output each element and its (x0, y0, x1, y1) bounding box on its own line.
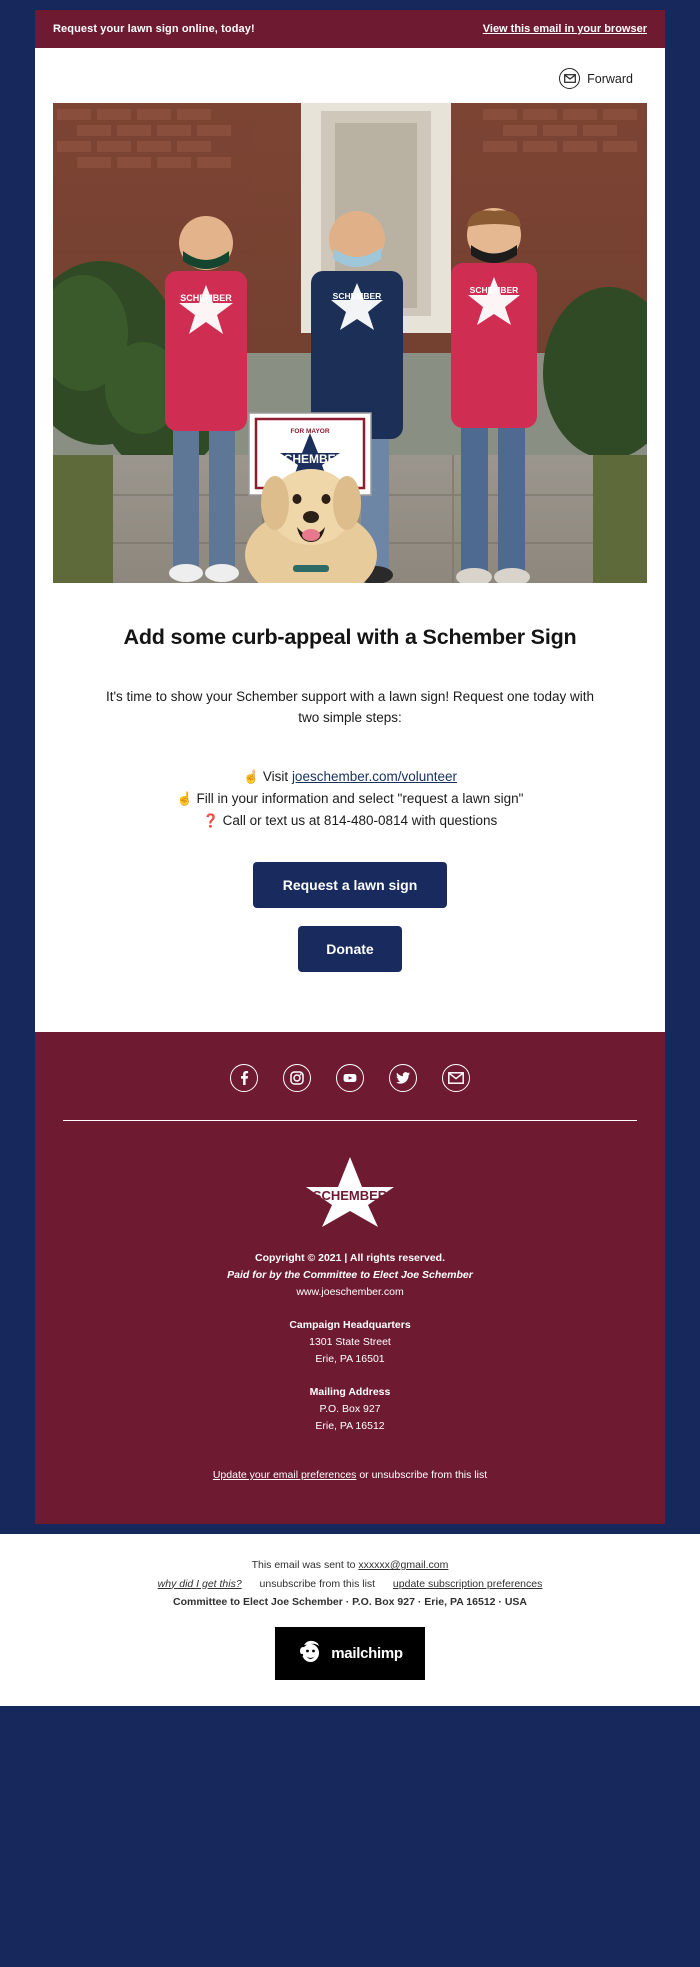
list-item: ☝️ Fill in your information and select "… (63, 788, 637, 810)
email-container: Request your lawn sign online, today! Vi… (35, 0, 665, 1525)
step-text: Visit (262, 769, 292, 785)
twitter-icon[interactable] (389, 1063, 417, 1092)
mailchimp-monkey-icon (297, 1638, 323, 1669)
page-title: Add some curb-appeal with a Schember Sig… (123, 625, 577, 650)
website-text: www.joeschember.com (296, 1286, 404, 1299)
view-in-browser-link[interactable]: View this email in your browser (483, 23, 647, 35)
sent-to-row: This email was sent to xxxxxx@gmail.com (0, 1556, 700, 1574)
pointing-up-hand-icon: ☝️ (242, 769, 260, 785)
forward-row[interactable]: Forward (35, 48, 665, 103)
update-subscription-link[interactable]: update subscription preferences (393, 1578, 542, 1590)
recipient-email[interactable]: xxxxxx@gmail.com (358, 1559, 448, 1571)
list-item: ☝️ Visit joeschember.com/volunteer (63, 766, 637, 788)
update-preferences-link[interactable]: Update your email preferences (213, 1469, 357, 1481)
hq-street: 1301 State Street (309, 1336, 391, 1349)
mailing-street: P.O. Box 927 (319, 1403, 381, 1416)
unsubscribe-link[interactable]: unsubscribe from this list (260, 1578, 376, 1590)
volunteer-link[interactable]: joeschember.com/volunteer (292, 769, 457, 784)
hero-photo-illustration: SCHEMBER SCHEMBER SCHEMBER FOR MAYOR SCH… (53, 103, 647, 583)
preheader-bar: Request your lawn sign online, today! Vi… (35, 10, 665, 48)
hq-title: Campaign Headquarters (289, 1319, 411, 1332)
step-text: Call or text us at 814-480-0814 with que… (222, 812, 498, 828)
why-did-i-get-this-link[interactable]: why did I get this? (158, 1578, 242, 1590)
email-footer: SCHEMBER Copyright © 2021 | All rights r… (35, 1031, 665, 1525)
intro-paragraph: It's time to show your Schember support … (105, 688, 595, 725)
hero-photo: SCHEMBER SCHEMBER SCHEMBER FOR MAYOR SCH… (53, 103, 647, 583)
golden-retriever-dog (245, 469, 377, 583)
request-lawn-sign-button[interactable]: Request a lawn sign (252, 861, 448, 908)
question-mark-icon: ❓ (202, 812, 219, 828)
hq-city: Erie, PA 16501 (315, 1353, 385, 1366)
svg-text:SCHEMBER: SCHEMBER (333, 291, 382, 301)
svg-text:SCHEMBER: SCHEMBER (180, 293, 232, 303)
schember-logo: SCHEMBER (35, 1155, 665, 1250)
donate-button[interactable]: Donate (298, 925, 402, 972)
facebook-icon[interactable] (230, 1063, 258, 1092)
preheader-text: Request your lawn sign online, today! (53, 23, 255, 35)
envelope-circle-icon (559, 68, 581, 89)
pointing-up-hand-icon: ☝️ (176, 790, 193, 806)
cta-section: Request a lawn sign Donate (35, 832, 665, 972)
steps-list: ☝️ Visit joeschember.com/volunteer ☝️ Fi… (35, 742, 665, 832)
youtube-icon[interactable] (336, 1063, 364, 1092)
mailchimp-badge-text: mailchimp (331, 1645, 403, 1663)
paid-for-text: Paid for by the Committee to Elect Joe S… (227, 1269, 473, 1282)
mailchimp-footer: This email was sent to xxxxxx@gmail.com … (0, 1534, 700, 1707)
preferences-row: Update your email preferences or unsubsc… (35, 1467, 665, 1484)
mailing-city: Erie, PA 16512 (315, 1420, 385, 1433)
step-text: Fill in your information and select "req… (196, 790, 524, 806)
instagram-icon[interactable] (283, 1063, 311, 1092)
sent-to-prefix: This email was sent to (251, 1559, 359, 1572)
schember-logo-text: SCHEMBER (313, 1188, 388, 1203)
svg-text:SCHEMBER: SCHEMBER (276, 452, 345, 466)
card-spacer (35, 972, 665, 1032)
mailchimp-links-row: why did I get this? unsubscribe from thi… (0, 1575, 700, 1593)
forward-label: Forward (587, 71, 633, 86)
footer-divider (63, 1119, 637, 1122)
mailing-title: Mailing Address (309, 1386, 391, 1399)
social-links-row (35, 1063, 665, 1120)
email-body-card: Forward SCHEMBER SCHEMBER SCHEMBER FOR M… (35, 48, 665, 1032)
mailchimp-address: Committee to Elect Joe Schember · P.O. B… (172, 1595, 528, 1608)
svg-text:SCHEMBER: SCHEMBER (470, 285, 519, 295)
email-icon[interactable] (442, 1063, 470, 1092)
list-item: ❓ Call or text us at 814-480-0814 with q… (63, 810, 637, 832)
bottom-strip (0, 1706, 700, 1720)
mailchimp-badge[interactable]: mailchimp (275, 1627, 425, 1681)
preferences-rest: or unsubscribe from this list (356, 1469, 488, 1482)
copyright-text: Copyright © 2021 | All rights reserved. (254, 1252, 445, 1265)
